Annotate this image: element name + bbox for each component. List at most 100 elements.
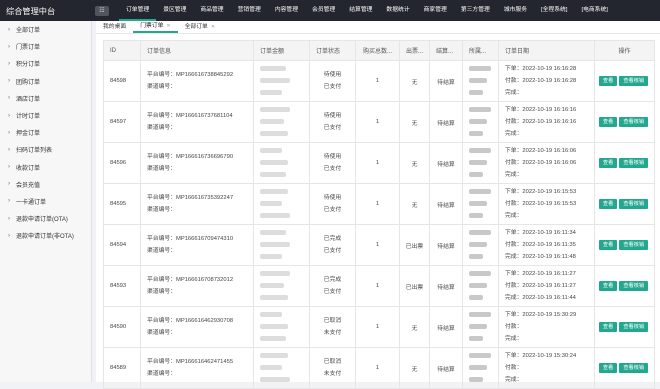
view-verify-button[interactable]: 查看核销 — [619, 158, 649, 168]
actions: 查看 查看核销 — [594, 60, 655, 102]
table-row: 84596 平台编号：MP166616736696790 渠道编号： 待使用 已支付 1 无… — [103, 142, 655, 184]
platform-value: MP166616462930708 — [176, 318, 234, 324]
view-button[interactable]: 查看 — [598, 363, 618, 373]
date-line: 下单：2022-10-19 15:30:29 — [505, 309, 594, 321]
channel-label: 渠道编号： — [147, 125, 176, 131]
status-pay: 已支付 — [323, 125, 342, 131]
tab[interactable]: 门票订单 ✕ — [133, 20, 178, 33]
nav-item[interactable]: 商品管理 — [193, 0, 230, 21]
date-value: 2022-10-19 16:15:53 — [522, 201, 577, 207]
view-button[interactable]: 查看 — [598, 199, 618, 209]
platform-no: 平台编号：MP166616735392247 — [147, 192, 253, 204]
view-button[interactable]: 查看 — [598, 76, 618, 86]
view-verify-button[interactable]: 查看核销 — [619, 117, 649, 127]
view-verify-button[interactable]: 查看核销 — [619, 322, 649, 332]
column-header: 购买总数... — [355, 40, 400, 61]
view-verify-button[interactable]: 查看核销 — [619, 281, 649, 291]
nav-item[interactable]: [全程系统] — [534, 0, 574, 21]
sidebar-item[interactable]: › 全部订单 — [0, 21, 91, 38]
sidebar-item[interactable]: › 积分订单 — [0, 55, 91, 72]
chevron-right-icon: › — [8, 43, 10, 50]
order-dates: 下单：2022-10-19 16:16:16 付款：2022-10-19 16:1… — [498, 101, 595, 143]
order-status: 待使用 已支付 — [309, 60, 356, 102]
status-pay: 已支付 — [323, 84, 342, 90]
table-body: 84598 平台编号：MP166616738845292 渠道编号： 待使用 已支付 1 无… — [103, 60, 655, 389]
sidebar-item[interactable]: › 会员充值 — [0, 176, 91, 193]
platform-value: MP166616736696790 — [176, 154, 234, 160]
nav-item[interactable]: 城市服务 — [497, 0, 534, 21]
redacted-text — [469, 65, 491, 71]
nav-item[interactable]: 营销管理 — [231, 0, 268, 21]
date-line: 下单：2022-10-19 15:30:24 — [505, 350, 594, 362]
sidebar-item[interactable]: › 酒店订单 — [0, 90, 91, 107]
order-status: 待使用 已支付 — [309, 183, 356, 225]
nav-item[interactable]: 第三方管理 — [454, 0, 497, 21]
sidebar-item[interactable]: › 收款订单 — [0, 159, 91, 176]
nav-item[interactable]: 数据统计 — [379, 0, 416, 21]
view-button[interactable]: 查看 — [598, 240, 618, 250]
table-row: 84594 平台编号：MP166616709474310 渠道编号： 已完成 已支付 1 已… — [103, 224, 655, 266]
sidebar-item[interactable]: › 退款申请订单(OTA) — [0, 210, 91, 227]
ticket-status: 无 — [399, 183, 430, 225]
date-value: 2022-10-19 16:11:34 — [522, 230, 576, 236]
date-line: 付款：2022-10-19 16:16:16 — [505, 116, 594, 128]
nav-item[interactable]: [电商系统] — [574, 0, 614, 21]
view-verify-button[interactable]: 查看核销 — [619, 199, 649, 209]
status-pay: 未支付 — [323, 330, 342, 336]
nav-item[interactable]: 会员管理 — [305, 0, 342, 21]
amount-line — [260, 374, 309, 386]
sidebar-item[interactable]: › 团购订单 — [0, 73, 91, 90]
ticket-status: 无 — [399, 306, 430, 348]
date-line: 下单：2022-10-19 16:15:53 — [505, 186, 594, 198]
nav-item[interactable]: 商家管理 — [417, 0, 454, 21]
date-line: 完成：2022-10-19 16:11:44 — [505, 292, 594, 304]
status-pay: 已支付 — [323, 166, 342, 172]
date-line: 完成： — [505, 87, 594, 99]
column-header: 操作 — [594, 40, 655, 61]
redacted-text — [260, 282, 284, 288]
sidebar-item[interactable]: › 扫码订单列表 — [0, 141, 91, 158]
view-verify-button[interactable]: 查看核销 — [619, 240, 649, 250]
sidebar-item[interactable]: › 押金订单 — [0, 124, 91, 141]
nav-item[interactable]: 内容管理 — [268, 0, 305, 21]
sidebar-item[interactable]: › 门票订单 — [0, 38, 91, 55]
belong-to — [462, 224, 499, 266]
sidebar-item[interactable]: › 计时订单 — [0, 107, 91, 124]
order-dates: 下单：2022-10-19 15:30:24 付款： 完成： — [498, 347, 595, 389]
table-row: 84598 平台编号：MP166616738845292 渠道编号： 待使用 已支付 1 无… — [103, 60, 655, 102]
date-line: 完成： — [505, 333, 594, 345]
view-button[interactable]: 查看 — [598, 281, 618, 291]
view-verify-button[interactable]: 查看核销 — [619, 76, 649, 86]
close-icon[interactable]: ✕ — [211, 21, 215, 33]
date-label: 完成： — [505, 377, 523, 383]
date-label: 付款： — [505, 119, 523, 125]
nav-item[interactable]: 订单管理 — [119, 0, 157, 21]
redacted-text — [260, 294, 288, 300]
tab[interactable]: 全部订单 ✕ — [178, 21, 222, 33]
sidebar-item[interactable]: › 退款申请订单(非OTA) — [0, 227, 91, 244]
quantity: 1 — [355, 142, 400, 184]
order-id: 84596 — [103, 142, 141, 184]
redacted-text — [469, 311, 491, 317]
grid-icon[interactable]: ☷ — [95, 5, 109, 16]
view-button[interactable]: 查看 — [598, 117, 618, 127]
sidebar-item-label: 酒店订单 — [16, 96, 41, 103]
nav-item[interactable]: 结算管理 — [342, 0, 379, 21]
date-label: 付款： — [505, 201, 523, 207]
channel-label: 渠道编号： — [147, 248, 176, 254]
view-button[interactable]: 查看 — [598, 322, 618, 332]
order-id: 84598 — [103, 60, 141, 102]
redacted-text — [469, 270, 491, 276]
channel-label: 渠道编号： — [147, 330, 176, 336]
belong-to — [462, 306, 499, 348]
view-verify-button[interactable]: 查看核销 — [619, 363, 649, 373]
date-value: 2022-10-19 16:16:16 — [522, 107, 577, 113]
redacted-text — [469, 253, 483, 259]
sidebar-item[interactable]: › 一卡通订单 — [0, 193, 91, 210]
close-icon[interactable]: ✕ — [166, 20, 170, 32]
view-button[interactable]: 查看 — [598, 158, 618, 168]
nav-item[interactable]: 景区管理 — [156, 0, 193, 21]
order-id: 84593 — [103, 265, 141, 307]
tab[interactable]: 我的桌面 — [96, 21, 133, 33]
order-info: 平台编号：MP166616462471455 渠道编号： — [140, 347, 254, 389]
